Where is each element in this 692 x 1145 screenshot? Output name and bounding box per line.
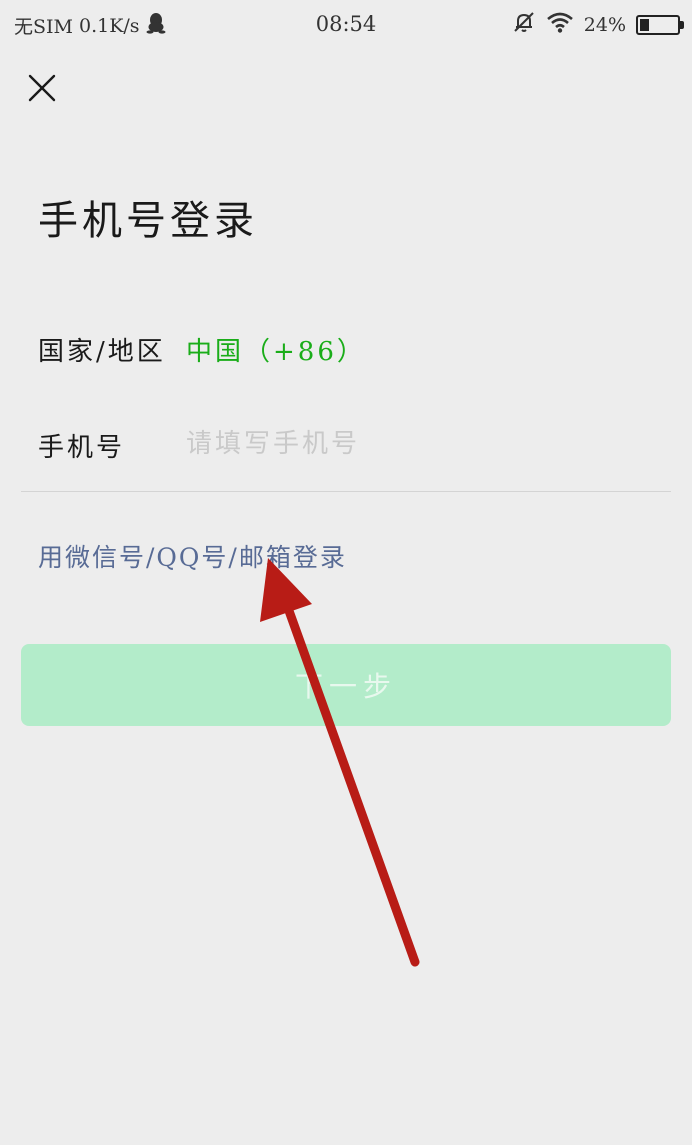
battery-percent-text: 24% [583, 13, 626, 36]
phone-label: 手机号 [38, 433, 126, 463]
phone-number-input[interactable] [186, 422, 646, 466]
alarm-off-icon [512, 10, 536, 39]
status-right: 24% [512, 10, 684, 39]
battery-fill [640, 18, 649, 31]
next-button[interactable]: 下一步 [21, 644, 671, 726]
close-icon [22, 74, 62, 112]
alt-login-link[interactable]: 用微信号/QQ号/邮箱登录 [38, 538, 347, 574]
page-title: 手机号登录 [38, 198, 258, 244]
country-selector[interactable]: 中国（+86） [186, 331, 366, 368]
battery-icon [636, 14, 684, 35]
status-bar: 无SIM 0.1K/s 08:54 24% [0, 0, 692, 50]
close-button[interactable] [22, 68, 62, 108]
divider [21, 491, 671, 492]
wifi-icon [546, 11, 574, 38]
country-label: 国家/地区 [38, 337, 166, 367]
